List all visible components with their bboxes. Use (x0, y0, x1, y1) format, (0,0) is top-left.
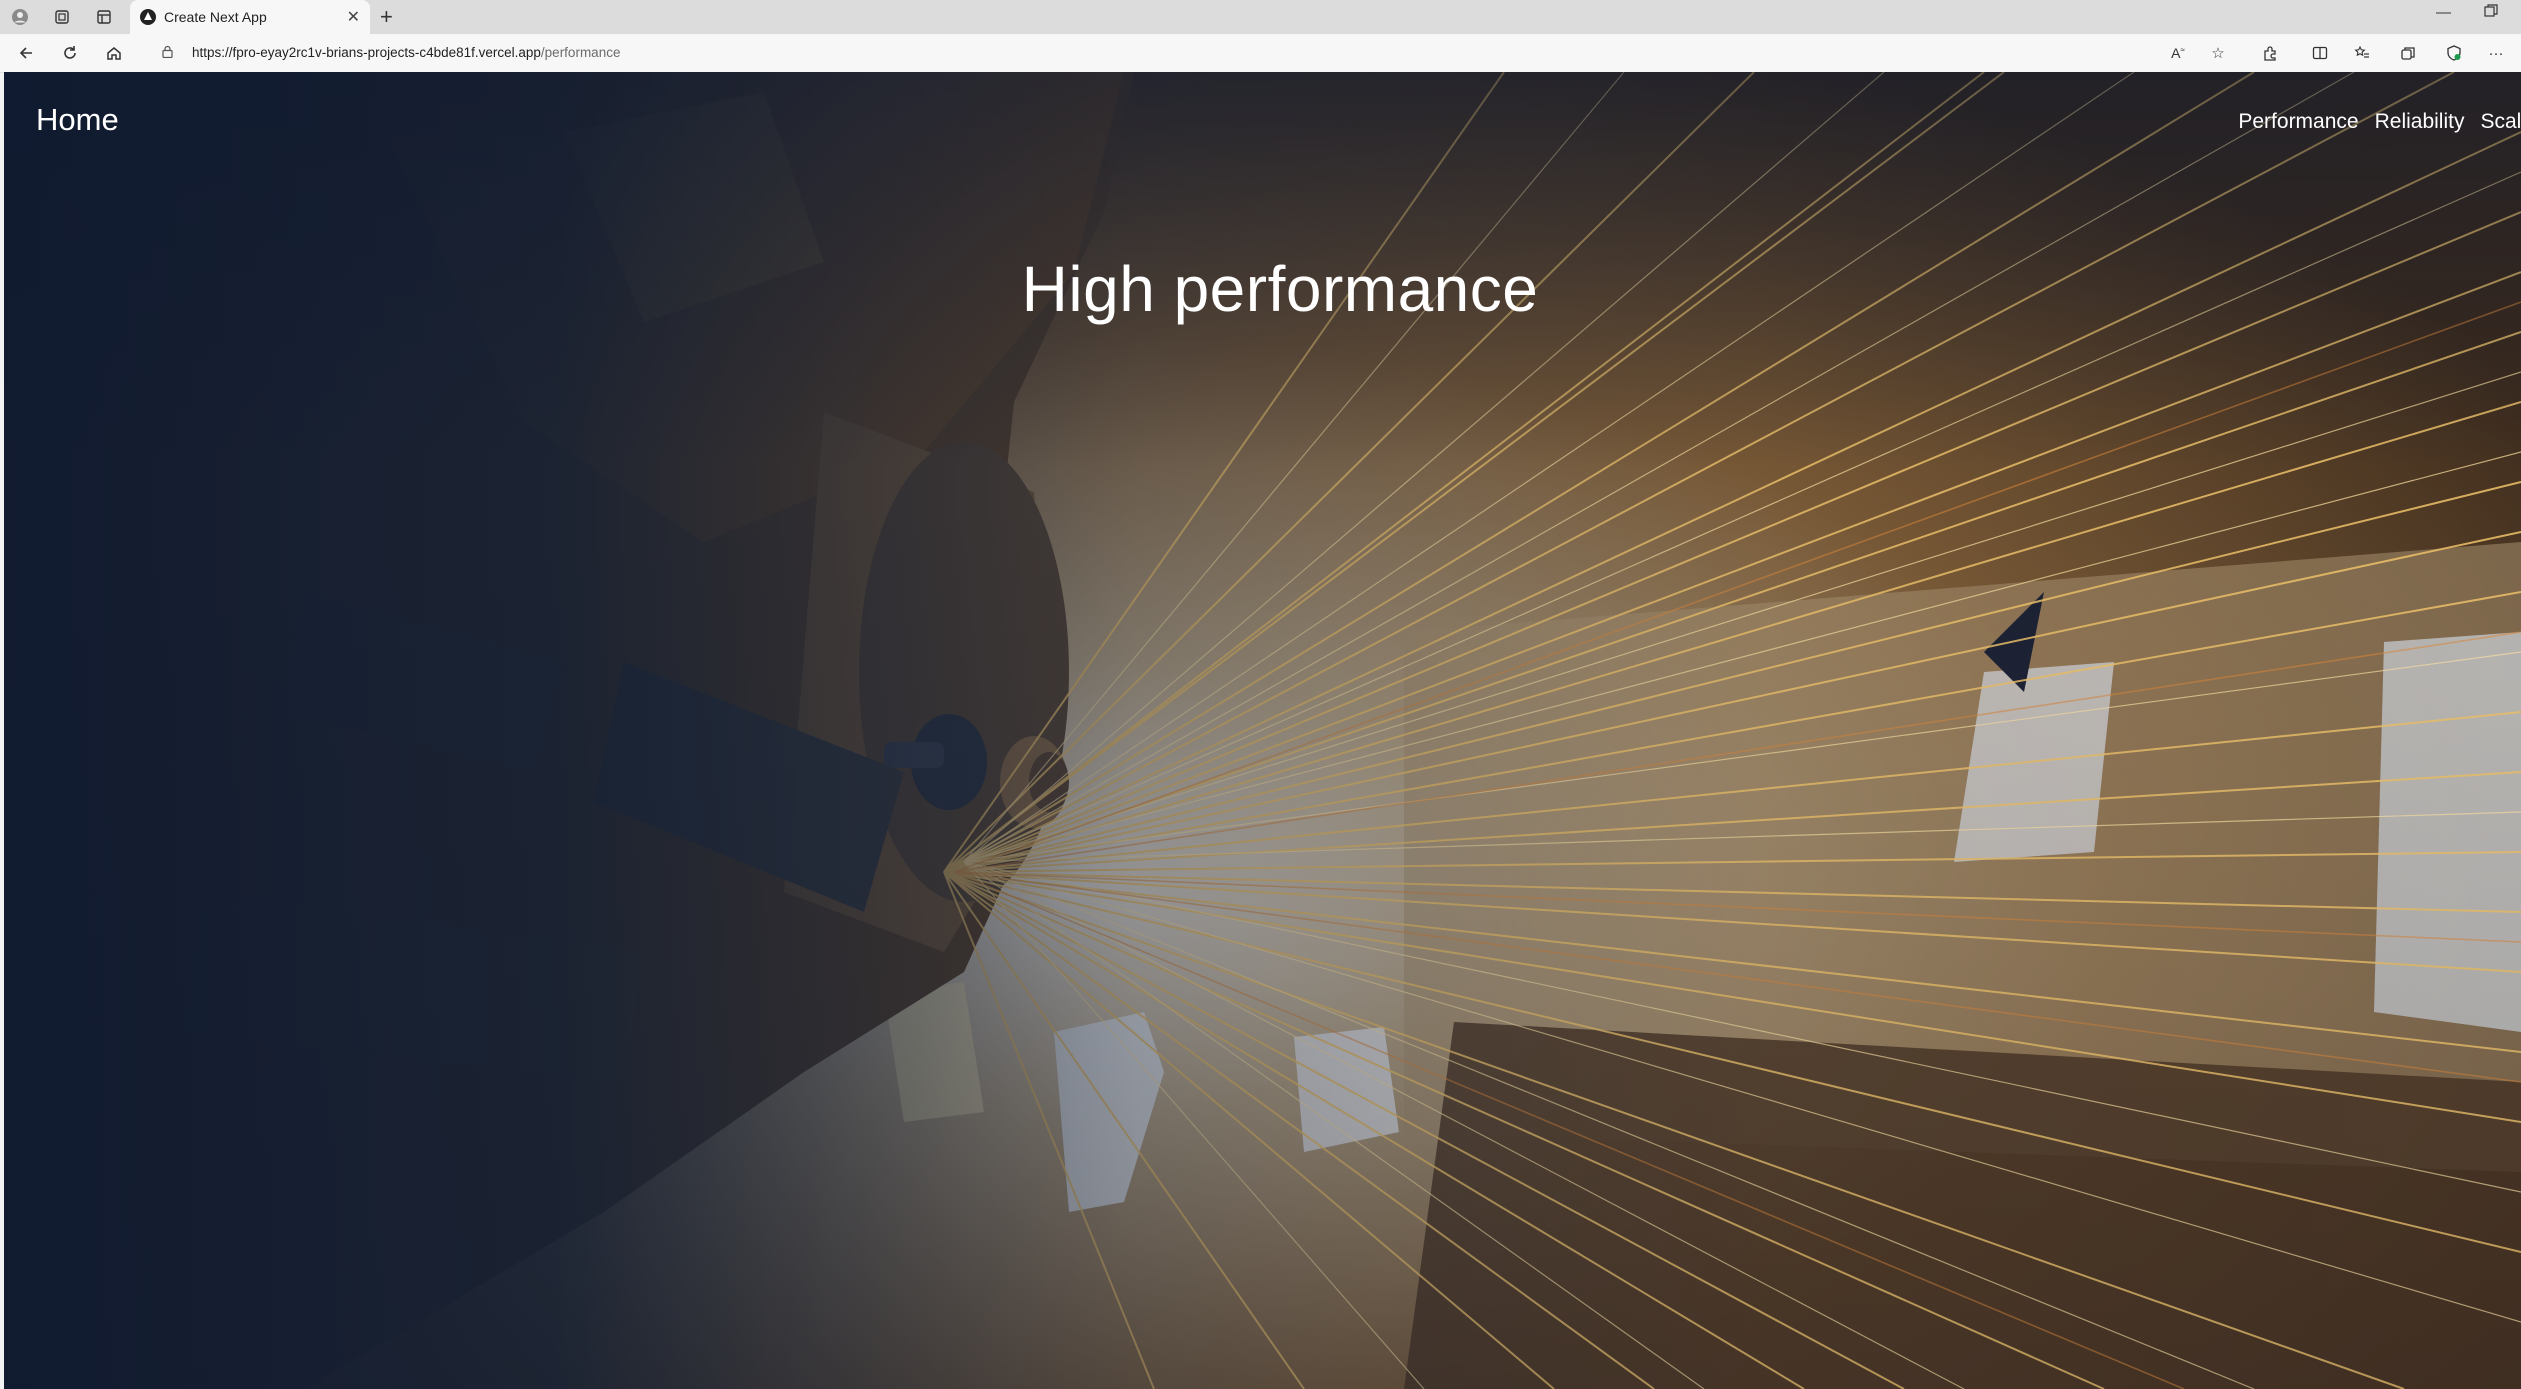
page-viewport: Home Performance Reliability Scale High … (4, 72, 2521, 1389)
extensions-icon[interactable] (2258, 42, 2282, 64)
browser-tab-bar: Create Next App ✕ + — (0, 0, 2521, 34)
back-icon[interactable] (14, 42, 38, 64)
address-toolbar: https://fpro-eyay2rc1v-brians-projects-c… (0, 34, 2521, 73)
tab-actions-icon[interactable] (92, 6, 116, 28)
favicon-icon (140, 9, 156, 25)
lock-icon[interactable] (162, 45, 173, 58)
tab-title: Create Next App (164, 9, 267, 25)
minimize-icon[interactable]: — (2436, 4, 2451, 21)
favorite-star-icon[interactable]: ☆ (2206, 42, 2230, 64)
home-icon[interactable] (102, 42, 126, 64)
close-icon[interactable]: ✕ (347, 7, 360, 27)
workspaces-icon[interactable] (50, 6, 74, 28)
browser-essentials-icon[interactable] (2442, 42, 2466, 64)
new-tab-icon[interactable]: + (380, 4, 393, 30)
nav-link-performance[interactable]: Performance (2238, 110, 2358, 134)
restore-icon[interactable] (2484, 4, 2498, 22)
url-path: /performance (540, 45, 621, 60)
url-host: https://fpro-eyay2rc1v-brians-projects-c… (192, 45, 541, 60)
refresh-icon[interactable] (58, 42, 82, 64)
split-screen-icon[interactable] (2308, 42, 2332, 64)
home-link[interactable]: Home (36, 102, 119, 138)
hero-title: High performance (1021, 253, 1539, 325)
browser-tab-active[interactable]: Create Next App ✕ (130, 0, 370, 34)
more-icon[interactable]: ··· (2484, 42, 2508, 64)
collections-icon[interactable] (2396, 42, 2420, 64)
nav-link-reliability[interactable]: Reliability (2375, 110, 2465, 134)
favorites-icon[interactable] (2350, 42, 2374, 64)
read-aloud-icon[interactable]: A≈ (2166, 42, 2190, 64)
url-field[interactable]: https://fpro-eyay2rc1v-brians-projects-c… (148, 40, 2188, 66)
nav-link-scale[interactable]: Scale (2480, 110, 2521, 134)
url-text[interactable]: https://fpro-eyay2rc1v-brians-projects-c… (192, 45, 620, 60)
top-navigation: Performance Reliability Scale (2238, 110, 2521, 134)
profile-icon[interactable] (8, 6, 32, 28)
